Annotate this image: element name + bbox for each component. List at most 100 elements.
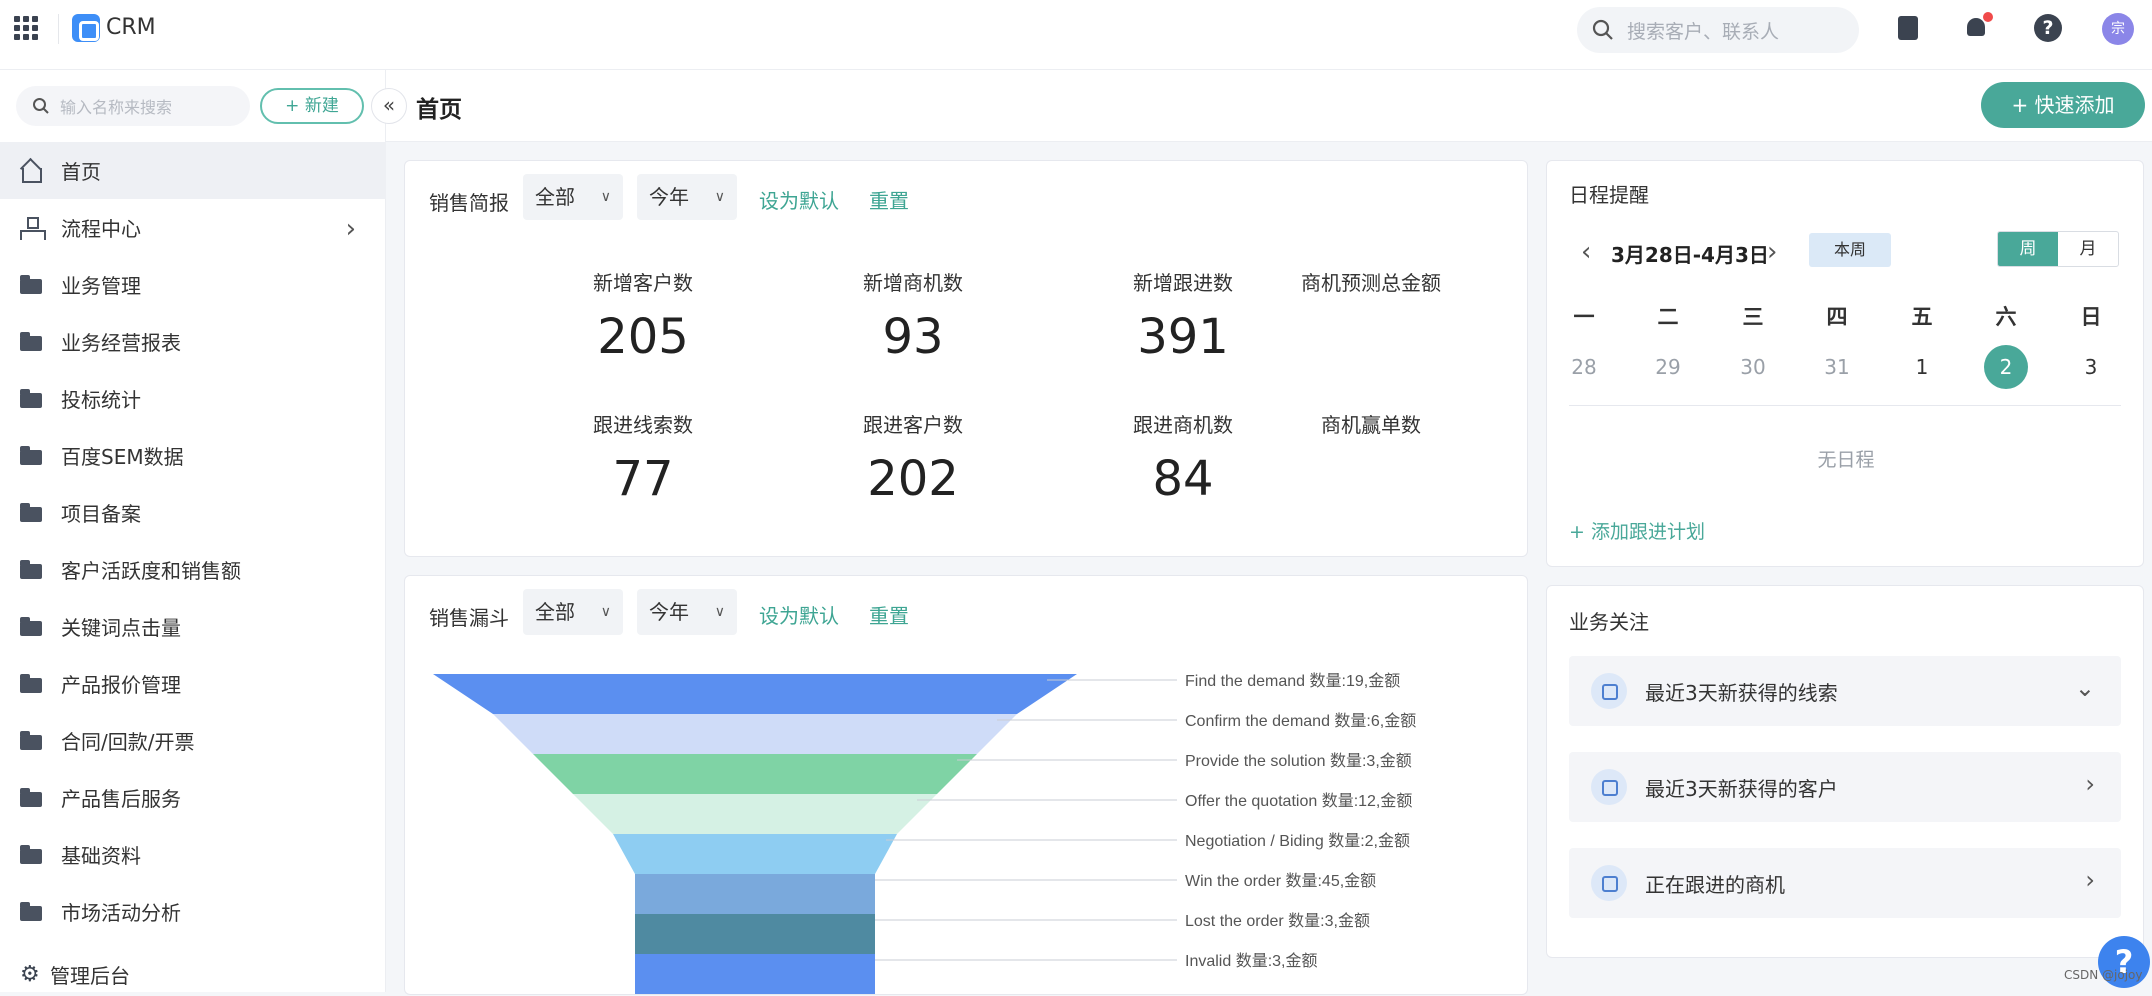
sidebar-item-keywords[interactable]: 关键词点击量 xyxy=(0,598,386,655)
focus-item-new-leads[interactable]: 最近3天新获得的线索 ⌄ xyxy=(1569,656,2121,726)
calendar-date-today[interactable]: 2 xyxy=(1984,345,2028,389)
focus-item-label: 最近3天新获得的客户 xyxy=(1645,777,1838,801)
funnel-stage-7[interactable] xyxy=(635,914,875,954)
global-search-input[interactable]: 搜索客户、联系人 xyxy=(1577,7,1859,53)
address-book-icon[interactable] xyxy=(1894,14,1922,42)
scope-select[interactable]: 全部 ∨ xyxy=(523,174,623,220)
metric-label: 商机预测总金额 xyxy=(1301,271,1441,295)
sidebar-item-label: 项目备案 xyxy=(61,502,141,526)
period-select[interactable]: 今年 ∨ xyxy=(637,589,737,635)
app-title: CRM xyxy=(106,15,156,40)
funnel-stage-label: Offer the quotation 数量:12,金额 xyxy=(1185,792,1412,810)
funnel-stage-5[interactable] xyxy=(613,834,897,874)
period-select[interactable]: 今年 ∨ xyxy=(637,174,737,220)
no-schedule-text: 无日程 xyxy=(1817,449,1875,471)
sidebar-item-business[interactable]: 业务管理 xyxy=(0,256,386,313)
chevron-left-icon[interactable]: ‹ xyxy=(1581,237,1591,267)
chevron-down-icon: ∨ xyxy=(714,189,725,205)
scope-select[interactable]: 全部 ∨ xyxy=(523,589,623,635)
sales-brief-card: 销售简报 全部 ∨ 今年 ∨ 设为默认 重置 新增客户数 205 新增商机数 93 … xyxy=(404,160,1528,557)
avatar[interactable]: 宗 xyxy=(2102,13,2134,45)
set-default-link[interactable]: 设为默认 xyxy=(759,185,839,214)
admin-label: 管理后台 xyxy=(50,964,130,988)
admin-console-link[interactable]: ⚙ 管理后台 xyxy=(20,960,130,989)
funnel-stage-4[interactable] xyxy=(573,794,937,834)
sidebar-item-basic-data[interactable]: 基础资料 xyxy=(0,826,386,883)
funnel-stage-6[interactable] xyxy=(635,874,875,914)
folder-icon xyxy=(19,615,43,639)
sidebar-item-label: 百度SEM数据 xyxy=(61,445,184,469)
funnel-stage-3[interactable] xyxy=(533,754,977,794)
sidebar-item-after-sales[interactable]: 产品售后服务 xyxy=(0,769,386,826)
weekday-label: 六 xyxy=(1995,305,2017,329)
funnel-stage-2[interactable] xyxy=(493,714,1017,754)
funnel-stage-8[interactable] xyxy=(635,954,875,994)
sidebar-item-label: 关键词点击量 xyxy=(61,616,181,640)
search-icon xyxy=(1592,19,1613,40)
sidebar-search-input[interactable]: 输入名称来搜索 xyxy=(16,86,250,126)
reset-link[interactable]: 重置 xyxy=(869,600,909,629)
sidebar-item-home[interactable]: 首页 xyxy=(0,142,386,199)
business-focus-card: 业务关注 最近3天新获得的线索 ⌄ 最近3天新获得的客户 › 正在跟进的商机 › xyxy=(1546,585,2144,958)
scope-select-value: 全部 xyxy=(535,185,575,209)
weekday-label: 五 xyxy=(1911,305,1933,329)
calendar-date[interactable]: 30 xyxy=(1728,355,1778,379)
sidebar-item-marketing[interactable]: 市场活动分析 xyxy=(0,883,386,940)
metric-label: 跟进客户数 xyxy=(863,413,963,437)
new-button[interactable]: + 新建 xyxy=(260,88,364,124)
this-week-button[interactable]: 本周 xyxy=(1809,233,1891,267)
calendar-date[interactable]: 1 xyxy=(1897,355,1947,379)
funnel-stage-1[interactable] xyxy=(433,674,1077,714)
sidebar-item-label: 业务经营报表 xyxy=(61,331,181,355)
sidebar-item-process-center[interactable]: 流程中心 › xyxy=(0,199,386,256)
add-follow-up-plan-link[interactable]: + 添加跟进计划 xyxy=(1569,517,1705,544)
sidebar-item-activity[interactable]: 客户活跃度和销售额 xyxy=(0,541,386,598)
divider xyxy=(58,14,59,44)
help-icon[interactable]: ? xyxy=(2034,14,2062,42)
sidebar-item-sem[interactable]: 百度SEM数据 xyxy=(0,427,386,484)
sales-funnel-card: 销售漏斗 全部 ∨ 今年 ∨ 设为默认 重置 Find the demand 数量:… xyxy=(404,575,1528,995)
divider xyxy=(1569,405,2121,406)
sidebar-item-projects[interactable]: 项目备案 xyxy=(0,484,386,541)
period-select-value: 今年 xyxy=(649,185,689,209)
reset-link[interactable]: 重置 xyxy=(869,185,909,214)
calendar-date[interactable]: 29 xyxy=(1643,355,1693,379)
week-view-button[interactable]: 周 xyxy=(1998,232,2058,266)
sidebar-item-bidding[interactable]: 投标统计 xyxy=(0,370,386,427)
sidebar-item-label: 客户活跃度和销售额 xyxy=(61,559,241,583)
notification-dot xyxy=(1983,12,1993,22)
metric-value: 391 xyxy=(1137,309,1229,365)
crm-logo-icon xyxy=(72,14,100,42)
sales-brief-title: 销售简报 xyxy=(429,191,509,215)
sidebar-item-contracts[interactable]: 合同/回款/开票 xyxy=(0,712,386,769)
apps-grid-icon[interactable] xyxy=(14,16,38,40)
set-default-link[interactable]: 设为默认 xyxy=(759,600,839,629)
sidebar-item-quotes[interactable]: 产品报价管理 xyxy=(0,655,386,712)
page-title: 首页 xyxy=(416,97,462,123)
scope-select-value: 全部 xyxy=(535,600,575,624)
chevron-right-icon: › xyxy=(2085,866,2095,894)
focus-item-new-customers[interactable]: 最近3天新获得的客户 › xyxy=(1569,752,2121,822)
funnel-stage-label: Lost the order 数量:3,金额 xyxy=(1185,912,1370,930)
calendar-date[interactable]: 28 xyxy=(1559,355,1609,379)
chevron-right-icon[interactable]: › xyxy=(1767,237,1777,267)
chevron-right-icon: › xyxy=(2085,770,2095,798)
funnel-stage-label: Provide the solution 数量:3,金额 xyxy=(1185,752,1412,770)
sidebar-item-reports[interactable]: 业务经营报表 xyxy=(0,313,386,370)
collapse-sidebar-icon[interactable]: « xyxy=(371,88,407,124)
focus-item-opportunities[interactable]: 正在跟进的商机 › xyxy=(1569,848,2121,918)
date-range: 3月28日-4月3日 xyxy=(1611,243,1769,267)
folder-icon xyxy=(19,330,43,354)
folder-icon xyxy=(19,786,43,810)
business-focus-title: 业务关注 xyxy=(1569,610,1649,634)
chevron-down-icon: ⌄ xyxy=(2074,674,2095,702)
chevron-down-icon: ∨ xyxy=(600,604,611,620)
sales-funnel-chart: Find the demand 数量:19,金额 Confirm the dema… xyxy=(433,672,1416,994)
calendar-date[interactable]: 31 xyxy=(1812,355,1862,379)
month-view-button[interactable]: 月 xyxy=(2058,232,2118,266)
quick-add-button[interactable]: + 快速添加 xyxy=(1981,82,2145,128)
metric-label: 新增客户数 xyxy=(593,271,693,295)
period-select-value: 今年 xyxy=(649,600,689,624)
sidebar-item-label: 业务管理 xyxy=(61,274,141,298)
calendar-date[interactable]: 3 xyxy=(2066,355,2116,379)
